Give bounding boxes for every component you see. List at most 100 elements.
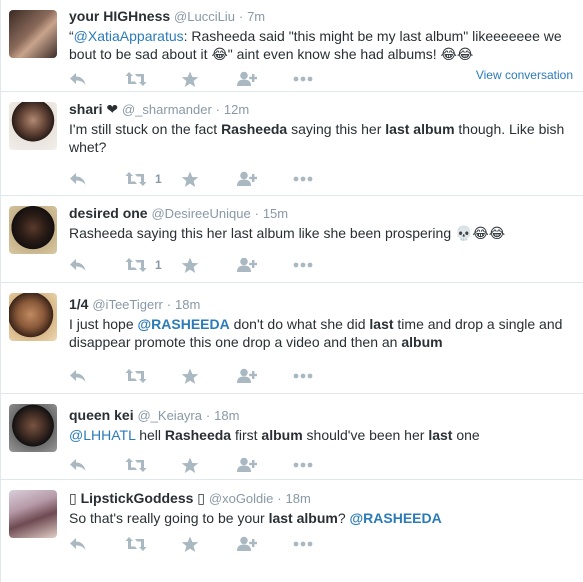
avatar[interactable] [9, 206, 57, 254]
retweet-button[interactable]: 1 [125, 171, 181, 187]
tweet-username[interactable]: @LucciLiu [174, 9, 235, 24]
tweet[interactable]: queen kei @_Keiayra · 18m @LHHATL hell R… [1, 394, 583, 480]
reply-button[interactable] [69, 457, 125, 473]
retweet-button[interactable] [125, 536, 181, 552]
highlighted-keyword: Rasheeda [164, 427, 232, 443]
view-conversation-link[interactable]: View conversation [476, 68, 573, 82]
highlighted-keyword: Rasheeda [221, 121, 288, 137]
reply-button[interactable] [69, 257, 125, 273]
avatar[interactable] [9, 102, 57, 150]
reply-button[interactable] [69, 71, 125, 87]
tweet-header: queen kei @_Keiayra · 18m [69, 406, 575, 425]
favorite-button[interactable] [181, 368, 237, 385]
more-button[interactable] [293, 541, 349, 547]
avatar[interactable] [9, 404, 57, 452]
favorite-button[interactable] [181, 536, 237, 553]
more-button[interactable] [293, 176, 349, 182]
tweet-fullname[interactable]: 1/4 [69, 296, 88, 312]
tweet-actions [69, 367, 349, 385]
avatar[interactable] [9, 490, 57, 538]
tweet[interactable]: ▯ LipstickGoddess ▯ @xoGoldie · 18m So t… [1, 480, 583, 582]
tweet[interactable]: your HIGHness @LucciLiu · 7m “@XatiaAppa… [1, 0, 583, 92]
reply-icon [69, 257, 87, 273]
tweet-text: So that's really going to be your last a… [69, 509, 575, 527]
tweet-username[interactable]: @iTeeTigerr [92, 297, 163, 312]
tweet-fullname[interactable]: shari ❤ [69, 101, 118, 117]
tweet-timestamp[interactable]: 7m [247, 9, 265, 24]
mention-link[interactable]: @XatiaApparatus [74, 28, 184, 44]
retweet-button[interactable]: 1 [125, 257, 181, 273]
favorite-button[interactable] [181, 257, 237, 274]
reply-icon [69, 368, 87, 384]
tweet[interactable]: 1/4 @iTeeTigerr · 18m I just hope @RASHE… [1, 283, 583, 394]
tweet-timestamp[interactable]: 18m [175, 297, 200, 312]
mention-link[interactable]: @LHHATL [69, 427, 135, 443]
follow-button[interactable] [237, 71, 293, 87]
favorite-icon [181, 71, 199, 88]
reply-icon [69, 536, 87, 552]
tweet-text: I just hope @RASHEEDA don't do what she … [69, 315, 575, 351]
separator-dot: · [205, 408, 211, 423]
follow-button[interactable] [237, 171, 293, 187]
more-icon [293, 262, 313, 268]
tweet-text-segment: Rasheeda saying this her last album like… [69, 225, 506, 241]
tweet-actions: 1 [69, 170, 349, 188]
tweet-text: “@XatiaApparatus: Rasheeda said "this mi… [69, 27, 575, 63]
retweet-button[interactable] [125, 368, 181, 384]
tweet-header: your HIGHness @LucciLiu · 7m [69, 7, 575, 26]
favorite-button[interactable] [181, 457, 237, 474]
reply-button[interactable] [69, 171, 125, 187]
follow-button[interactable] [237, 368, 293, 384]
highlighted-keyword: last album [385, 121, 455, 137]
follow-button[interactable] [237, 457, 293, 473]
more-icon [293, 76, 313, 82]
tweet-timestamp[interactable]: 18m [286, 491, 311, 506]
tweet-timestamp[interactable]: 12m [224, 102, 249, 117]
retweet-button[interactable] [125, 71, 181, 87]
tweet-text-segment: first [231, 427, 262, 443]
highlighted-keyword: last album [268, 510, 338, 526]
favorite-icon [181, 257, 199, 274]
favorite-icon [181, 457, 199, 474]
favorite-button[interactable] [181, 71, 237, 88]
tweet-username[interactable]: @xoGoldie [209, 491, 274, 506]
separator-dot: · [166, 297, 172, 312]
tweet-actions [69, 70, 349, 88]
reply-button[interactable] [69, 368, 125, 384]
reply-icon [69, 71, 87, 87]
tweet-fullname[interactable]: your HIGHness [69, 8, 170, 24]
avatar[interactable] [9, 293, 57, 341]
tweet-fullname[interactable]: queen kei [69, 407, 134, 423]
mention-link[interactable]: @RASHEEDA [138, 316, 230, 332]
more-button[interactable] [293, 462, 349, 468]
avatar[interactable] [9, 10, 57, 58]
tweet-header: shari ❤ @_sharmander · 12m [69, 100, 575, 119]
follow-icon [237, 257, 257, 273]
follow-button[interactable] [237, 257, 293, 273]
more-button[interactable] [293, 76, 349, 82]
favorite-button[interactable] [181, 171, 237, 188]
follow-icon [237, 536, 257, 552]
tweet-header: 1/4 @iTeeTigerr · 18m [69, 295, 575, 314]
tweet[interactable]: desired one @DesireeUnique · 15m Rasheed… [1, 196, 583, 283]
tweet-username[interactable]: @_sharmander [122, 102, 212, 117]
highlighted-keyword: album [401, 334, 443, 350]
more-button[interactable] [293, 373, 349, 379]
tweet-timestamp[interactable]: 18m [214, 408, 239, 423]
tweet-username[interactable]: @DesireeUnique [151, 206, 250, 221]
separator-dot: · [238, 9, 244, 24]
tweet-timeline: your HIGHness @LucciLiu · 7m “@XatiaAppa… [0, 0, 583, 582]
tweet-fullname[interactable]: desired one [69, 205, 148, 221]
retweet-icon [125, 457, 147, 473]
follow-button[interactable] [237, 536, 293, 552]
mention-link[interactable]: @RASHEEDA [350, 510, 442, 526]
tweet-text: @LHHATL hell Rasheeda first album should… [69, 426, 575, 444]
retweet-button[interactable] [125, 457, 181, 473]
tweet-username[interactable]: @_Keiayra [137, 408, 202, 423]
follow-icon [237, 457, 257, 473]
tweet-timestamp[interactable]: 15m [263, 206, 288, 221]
more-button[interactable] [293, 262, 349, 268]
tweet-fullname[interactable]: ▯ LipstickGoddess ▯ [69, 490, 205, 506]
reply-button[interactable] [69, 536, 125, 552]
tweet[interactable]: shari ❤ @_sharmander · 12m I'm still stu… [1, 92, 583, 196]
